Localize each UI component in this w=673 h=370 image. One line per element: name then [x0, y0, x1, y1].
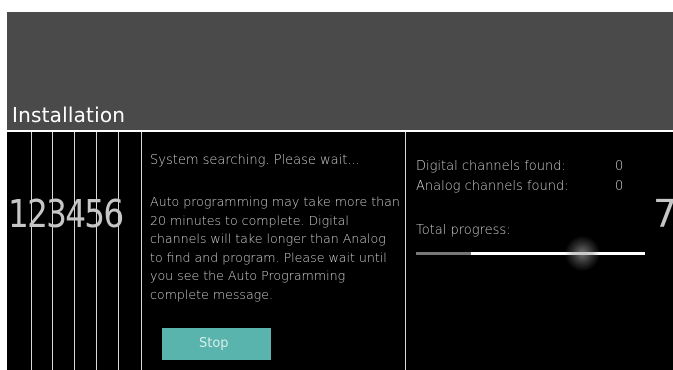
step-divider: [141, 132, 142, 370]
total-progress-bar: [416, 252, 645, 255]
analog-channels-value: 0: [615, 179, 624, 194]
digital-channels-label: Digital channels found:: [416, 159, 566, 174]
page-title: Installation: [12, 103, 126, 127]
digital-channels-value: 0: [615, 159, 624, 174]
total-progress-fill: [416, 252, 471, 255]
step-numbers: 123456: [8, 192, 124, 236]
step-divider: [118, 132, 119, 370]
analog-channels-label: Analog channels found:: [416, 179, 569, 194]
installation-screen: Installation 123456 7 System searching. …: [0, 0, 673, 370]
current-step-number: 7: [653, 192, 673, 236]
stop-button[interactable]: Stop: [162, 328, 271, 360]
search-status-text: System searching. Please wait...: [150, 153, 360, 168]
step-divider: [74, 132, 75, 370]
auto-programming-notice: Auto programming may take more than 20 m…: [150, 194, 400, 302]
step-divider: [31, 132, 32, 370]
total-progress-label: Total progress:: [416, 223, 511, 238]
step-divider: [52, 132, 53, 370]
step-divider: [96, 132, 97, 370]
content-divider: [405, 132, 406, 370]
